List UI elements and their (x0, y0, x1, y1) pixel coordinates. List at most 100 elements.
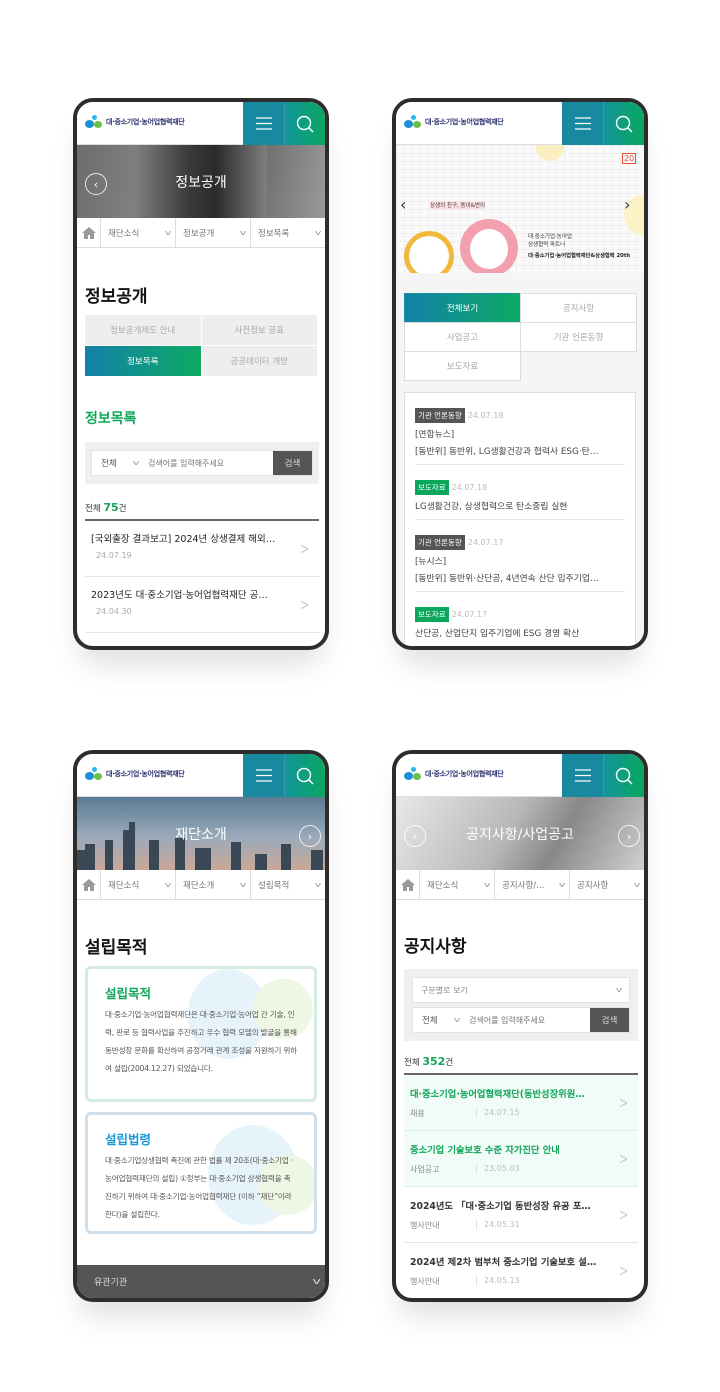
breadcrumb-item[interactable]: 공지사항 v (570, 870, 644, 899)
banner-prev-button[interactable]: ‹ (85, 173, 107, 195)
home-icon[interactable] (77, 870, 101, 899)
section-title: 정보목록 (85, 411, 137, 427)
logo-icon (404, 115, 422, 129)
hamburger-icon (574, 769, 591, 782)
notice-item[interactable]: 2024년 제2차 범부처 중소기업 기술보호 설… 행사안내 24.05.13 > (404, 1243, 638, 1298)
breadcrumb-item[interactable]: 재단소식 v (101, 218, 176, 247)
breadcrumb-item[interactable]: 재단소개 v (176, 870, 251, 899)
chevron-down-icon: v (453, 1016, 461, 1024)
chevron-down-icon: v (615, 986, 623, 994)
logo[interactable]: 대·중소기업·농어업협력재단 (85, 767, 185, 781)
news-item[interactable]: 보도자료 24.07.17 산단공, 산업단지 입주기업에 ESG 경영 확산 (415, 592, 625, 646)
tab-notices[interactable]: 공지사항 (520, 293, 637, 323)
search-category-select[interactable]: 전체 v (92, 451, 144, 475)
phone-foundation-intro: 대·중소기업·농어업협력재단 재단소개 › 재단소식 v 재단소개 v 설립목적 v … (73, 750, 329, 1302)
search-box: 전체 v 검색 (85, 442, 319, 484)
logo[interactable]: 대·중소기업·농어업협력재단 (85, 115, 185, 129)
page-title: 정보공개 (85, 287, 148, 307)
logo[interactable]: 대·중소기업·농어업협력재단 (404, 115, 504, 129)
breadcrumb: 재단소식 v 정보공개 v 정보목록 v (77, 218, 325, 248)
list-item[interactable]: [국외출장 결과보고] 2024년 상생결제 해외… 24.07.19 > (85, 521, 319, 577)
header: 대·중소기업·농어업협력재단 (77, 754, 325, 797)
search-submit-button[interactable]: 검색 (590, 1008, 629, 1032)
search-button[interactable] (285, 102, 325, 145)
list-item[interactable]: 2023년도 대·중소기업·농어업협력재단 공… 24.04.30 > (85, 577, 319, 633)
tab-pre-disclosure[interactable]: 사전정보 공표 (201, 315, 317, 345)
chevron-down-icon: v (132, 459, 140, 467)
breadcrumb: 재단소식 v 공지사항/… v 공지사항 v (396, 870, 644, 900)
logo-text: 대·중소기업·농어업협력재단 (106, 118, 185, 126)
phone-info-disclosure: 대·중소기업·농어업협력재단 ‹ 정보공개 재단소식 v 정보공개 v 정보목록 v … (73, 98, 329, 650)
chevron-down-icon: v (314, 228, 322, 237)
news-item[interactable]: 기관 언론동향 24.07.18 [연합뉴스] [동반위] 동반위, LG생활건강과 … (415, 393, 625, 465)
total-count: 전체 75건 (85, 501, 127, 514)
banner: ‹ 공지사항/사업공고 › (396, 797, 644, 870)
search-button[interactable] (604, 754, 644, 797)
breadcrumb-item[interactable]: 공지사항/… v (495, 870, 570, 899)
search-button[interactable] (285, 754, 325, 797)
breadcrumb-item[interactable]: 정보목록 v (251, 218, 325, 247)
chevron-right-icon: > (618, 1149, 628, 1168)
breadcrumb-item[interactable]: 재단소식 v (101, 870, 176, 899)
card-title: 설립목적 (105, 986, 152, 1001)
news-item[interactable]: 보도자료 24.07.18 LG생활건강, 상생협력으로 탄소중립 실현 (415, 465, 625, 520)
tab-business[interactable]: 사업공고 (404, 322, 521, 352)
tab-info-list[interactable]: 정보목록 (85, 346, 201, 376)
card-text: 대·중소기업·농어업협력재단은 대·중소기업·농어업 간 기술, 인력, 판로 … (105, 1010, 297, 1073)
chevron-right-icon: > (618, 1261, 628, 1280)
breadcrumb-item[interactable]: 설립목적 v (251, 870, 325, 899)
search-icon (296, 115, 314, 133)
logo-icon (85, 115, 103, 129)
category-badge: 보도자료 (415, 607, 449, 622)
notice-item[interactable]: 2024년도 「대·중소기업 동반성장 유공 포… 행사안내 24.05.31 > (404, 1187, 638, 1243)
breadcrumb-item[interactable]: 정보공개 v (176, 218, 251, 247)
banner-title: 공지사항/사업공고 (466, 826, 574, 843)
search-input[interactable] (465, 1008, 590, 1032)
tab-press[interactable]: 보도자료 (404, 351, 521, 381)
banner: 재단소개 › (77, 797, 325, 870)
category-badge: 보도자료 (415, 480, 449, 495)
news-tabs: 전체보기 공지사항 사업공고 기관 언론동향 보도자료 (404, 293, 637, 381)
banner-title: 정보공개 (175, 174, 227, 191)
search-input[interactable] (144, 451, 273, 475)
menu-button[interactable] (243, 102, 285, 145)
total-count: 전체 352건 (404, 1055, 454, 1068)
tab-public-data[interactable]: 공공데이터 개방 (201, 346, 317, 376)
search-button[interactable] (604, 102, 644, 145)
category-badge: 기관 언론동향 (415, 535, 465, 550)
banner-next-button[interactable]: › (618, 825, 640, 847)
page-title: 공지사항 (404, 937, 467, 957)
banner-prev-button[interactable]: ‹ (400, 195, 406, 214)
tab-media[interactable]: 기관 언론동향 (520, 322, 637, 352)
related-orgs-dropdown[interactable]: 유관기관 v (77, 1265, 325, 1298)
banner-next-button[interactable]: › (299, 825, 321, 847)
chevron-down-icon: v (239, 880, 247, 889)
news-list: 기관 언론동향 24.07.18 [연합뉴스] [동반위] 동반위, LG생활건강과 … (404, 392, 636, 646)
menu-button[interactable] (562, 754, 604, 797)
banner-title: 재단소개 (175, 826, 227, 843)
home-icon[interactable] (396, 870, 420, 899)
card-text: 대·중소기업상생협력 촉진에 관한 법률 제 20조(대·중소기업 ·농어업협력… (105, 1156, 294, 1219)
news-item[interactable]: 기관 언론동향 24.07.17 [뉴시스] [동반위] 동반위·산단공, 4년연속 … (415, 520, 625, 592)
breadcrumb-item[interactable]: 재단소식 v (420, 870, 495, 899)
search-submit-button[interactable]: 검색 (273, 451, 312, 475)
logo[interactable]: 대·중소기업·농어업협력재단 (404, 767, 504, 781)
tab-all[interactable]: 전체보기 (404, 293, 521, 323)
tab-policy-guide[interactable]: 정보공개제도 안내 (85, 315, 201, 345)
notice-item[interactable]: 대·중소기업·농어업협력재단(동반성장위원… 채용 24.07.15 > (404, 1075, 638, 1131)
header: 대·중소기업·농어업협력재단 (396, 754, 644, 797)
menu-button[interactable] (562, 102, 604, 145)
banner-prev-button[interactable]: ‹ (404, 825, 426, 847)
notice-item[interactable]: 중소기업 기술보호 수준 자가진단 안내 사업공고 23.05.03 > (404, 1131, 638, 1187)
search-icon (615, 767, 633, 785)
category-filter-select[interactable]: 구분별로 보기 v (412, 977, 630, 1003)
banner-next-button[interactable]: › (624, 195, 630, 214)
search-icon (296, 767, 314, 785)
banner-slogan: 상생의 친구, 동이&반이 (430, 201, 486, 209)
home-icon[interactable] (77, 218, 101, 247)
chevron-down-icon: v (164, 880, 172, 889)
chevron-down-icon: v (633, 880, 641, 889)
search-category-select[interactable]: 전체 v (413, 1008, 465, 1032)
menu-button[interactable] (243, 754, 285, 797)
chevron-right-icon: > (618, 1093, 628, 1112)
